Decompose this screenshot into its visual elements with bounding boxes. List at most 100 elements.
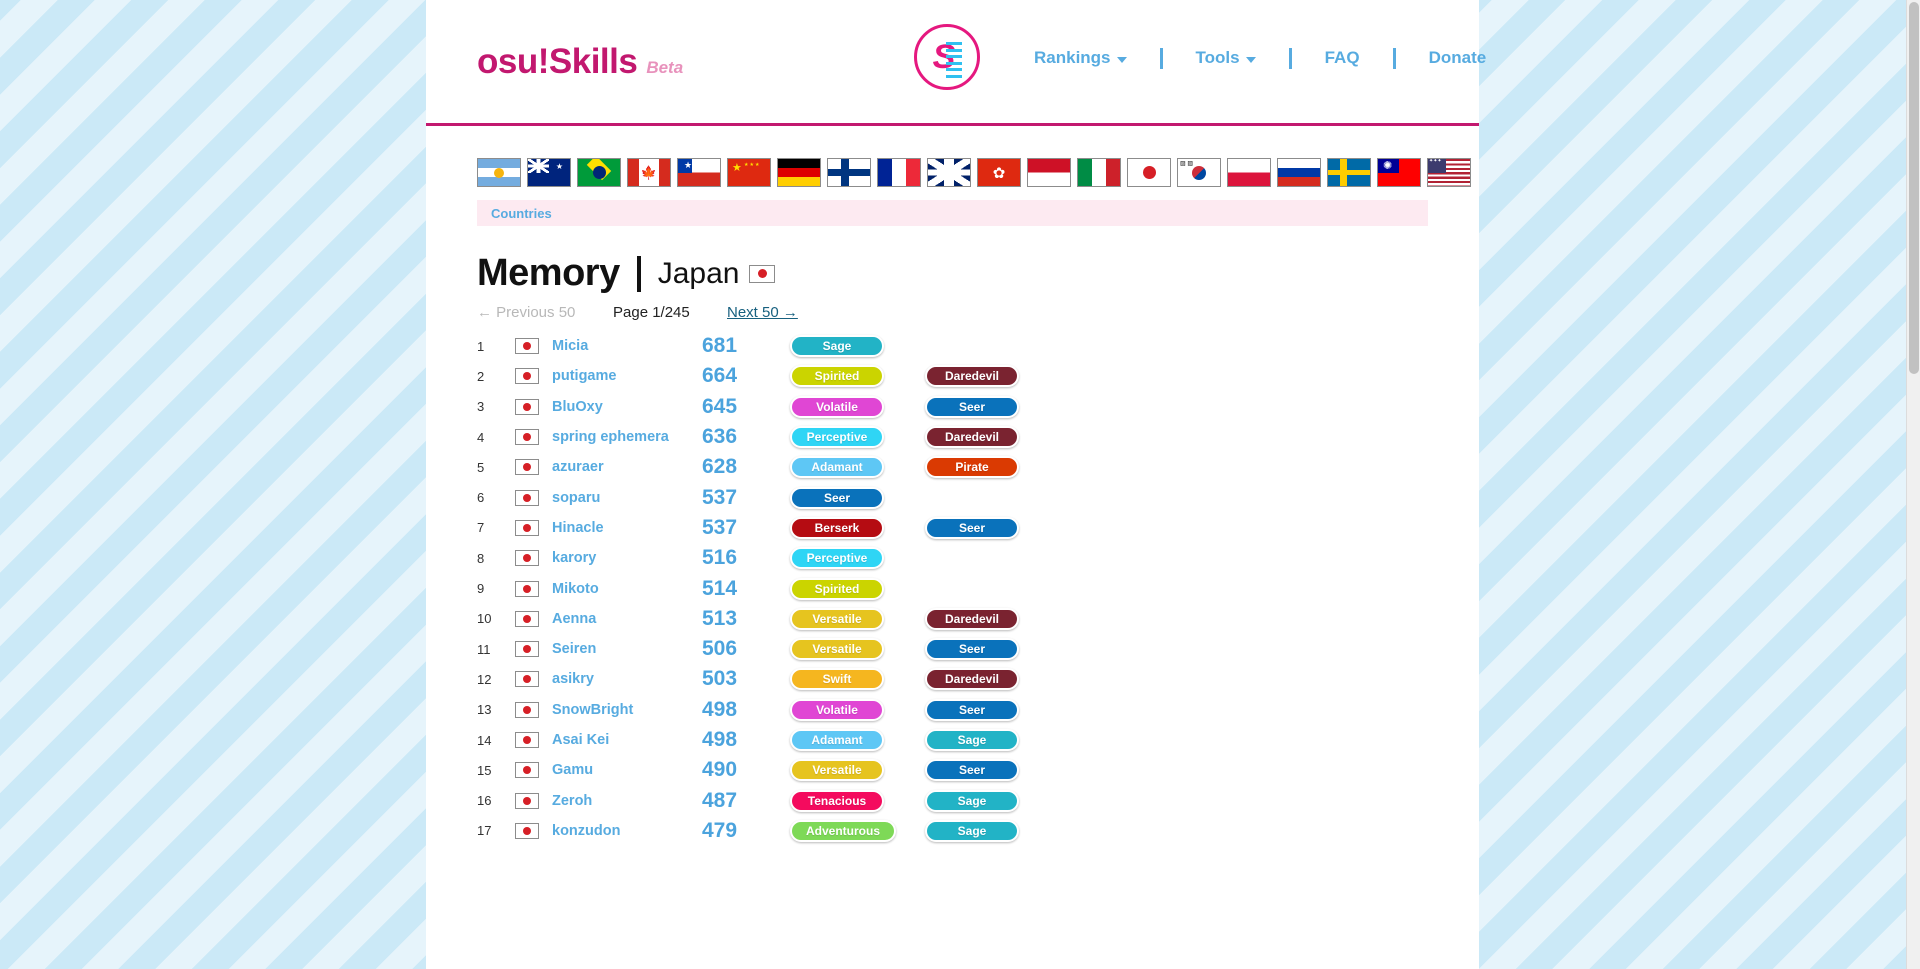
skill-badge[interactable]: Seer	[925, 516, 1019, 539]
skill-badge[interactable]: Volatile	[790, 395, 884, 418]
page-scrollbar[interactable]	[1906, 0, 1920, 969]
flag-icon-fr[interactable]	[877, 158, 921, 187]
player-name-link[interactable]: Aenna	[552, 611, 702, 627]
skill-badge[interactable]: Seer	[925, 759, 1019, 782]
table-row: 12 asikry 503 Swift Daredevil	[477, 664, 1428, 694]
player-name-link[interactable]: Micia	[552, 338, 702, 354]
player-name-link[interactable]: Mikoto	[552, 581, 702, 597]
flag-icon-cl[interactable]	[677, 158, 721, 187]
skill-badge[interactable]: Daredevil	[925, 365, 1019, 388]
skill-badge[interactable]: Adamant	[790, 456, 884, 479]
skill-badge[interactable]: Daredevil	[925, 607, 1019, 630]
flag-icon-de[interactable]	[777, 158, 821, 187]
logo-beta-tag: Beta	[646, 58, 684, 77]
flag-icon-tw[interactable]	[1377, 158, 1421, 187]
scrollbar-thumb[interactable]	[1909, 2, 1919, 374]
player-name-link[interactable]: Hinacle	[552, 520, 702, 536]
skill-badge[interactable]: Seer	[925, 638, 1019, 661]
flag-icon-ar[interactable]	[477, 158, 521, 187]
player-name-link[interactable]: putigame	[552, 368, 702, 384]
player-country-flag-cell	[515, 519, 552, 536]
player-name-link[interactable]: Asai Kei	[552, 732, 702, 748]
flag-icon-kr[interactable]	[1177, 158, 1221, 187]
flag-icon-pl[interactable]	[1227, 158, 1271, 187]
skill-badge[interactable]: Sage	[925, 729, 1019, 751]
player-name-link[interactable]: soparu	[552, 490, 702, 506]
player-name-link[interactable]: Seiren	[552, 641, 702, 657]
flag-icon-hk[interactable]	[977, 158, 1021, 187]
skill-badge[interactable]: Adamant	[790, 729, 884, 751]
skill-badge[interactable]: Adventurous	[790, 819, 897, 842]
flag-icon-jp	[515, 701, 539, 718]
chevron-down-icon	[1116, 57, 1127, 63]
player-name-link[interactable]: BluOxy	[552, 399, 702, 415]
skill-badge[interactable]: Sage	[925, 819, 1019, 842]
skill-badge[interactable]: Sage	[790, 335, 884, 358]
skill-badge[interactable]: Perceptive	[790, 547, 884, 570]
flag-icon-jp[interactable]	[1127, 158, 1171, 187]
skill-badge[interactable]: Spirited	[790, 577, 884, 600]
skill-badge[interactable]: Volatile	[790, 698, 884, 721]
flag-icon-it[interactable]	[1077, 158, 1121, 187]
nav-item-faq[interactable]: FAQ	[1307, 44, 1378, 72]
player-badges: Swift Daredevil	[790, 668, 1060, 691]
player-name-link[interactable]: spring ephemera	[552, 429, 702, 445]
flag-icon-jp	[515, 580, 539, 597]
player-name-link[interactable]: konzudon	[552, 823, 702, 839]
player-name-link[interactable]: SnowBright	[552, 702, 702, 718]
skill-badge[interactable]: Sage	[925, 789, 1019, 812]
skill-badge[interactable]: Perceptive	[790, 426, 884, 449]
table-row: 4 spring ephemera 636 Perceptive Daredevil	[477, 422, 1428, 452]
next-page-link[interactable]: Next 50 →	[727, 304, 798, 321]
skill-badge[interactable]: Tenacious	[790, 789, 884, 812]
nav-item-donate[interactable]: Donate	[1411, 44, 1505, 72]
flag-icon-ca[interactable]	[627, 158, 671, 187]
skill-badge[interactable]: Seer	[925, 395, 1019, 418]
skill-badge[interactable]: Seer	[925, 698, 1019, 721]
skill-badge[interactable]: Versatile	[790, 759, 884, 782]
flag-icon-jp	[515, 368, 539, 385]
nav-item-rankings[interactable]: Rankings	[1016, 44, 1145, 72]
flag-icon-id[interactable]	[1027, 158, 1071, 187]
skill-badge[interactable]: Berserk	[790, 516, 884, 539]
skill-badge[interactable]: Seer	[790, 486, 884, 509]
table-row: 2 putigame 664 Spirited Daredevil	[477, 361, 1428, 391]
countries-label[interactable]: Countries	[491, 206, 552, 221]
nav-label-donate: Donate	[1428, 48, 1487, 67]
player-badges: Versatile Seer	[790, 759, 1060, 782]
player-country-flag-cell	[515, 580, 552, 597]
countries-bar: Countries	[477, 200, 1428, 226]
site-header: osu!Skills Beta S Rankings Tools FAQ Don…	[426, 0, 1486, 126]
site-emblem-icon[interactable]: S	[914, 24, 980, 90]
flag-icon-au[interactable]	[527, 158, 571, 187]
player-name-link[interactable]: Zeroh	[552, 793, 702, 809]
skill-badge[interactable]: Daredevil	[925, 426, 1019, 449]
flag-icon-fi[interactable]	[827, 158, 871, 187]
skill-badge[interactable]: Daredevil	[925, 668, 1019, 691]
player-name-link[interactable]: asikry	[552, 671, 702, 687]
badge-slot: Adventurous	[790, 819, 925, 842]
site-logo[interactable]: osu!Skills Beta	[477, 42, 683, 82]
flag-icon-cn[interactable]	[727, 158, 771, 187]
flag-icon-gb[interactable]	[927, 158, 971, 187]
previous-page-link[interactable]: ← Previous 50	[477, 304, 613, 321]
player-score: 681	[702, 334, 738, 358]
skill-badge[interactable]: Swift	[790, 668, 884, 691]
rank-position: 4	[477, 429, 485, 445]
player-name-link[interactable]: karory	[552, 550, 702, 566]
player-name-link[interactable]: Gamu	[552, 762, 702, 778]
player-score: 664	[702, 364, 738, 388]
flag-icon-se[interactable]	[1327, 158, 1371, 187]
nav-item-tools[interactable]: Tools	[1178, 44, 1274, 72]
nav-divider	[1288, 47, 1292, 69]
skill-badge[interactable]: Versatile	[790, 638, 884, 661]
flag-icon-ru[interactable]	[1277, 158, 1321, 187]
flag-icon-br[interactable]	[577, 158, 621, 187]
skill-badge[interactable]: Pirate	[925, 456, 1019, 479]
flag-icon-us[interactable]	[1427, 158, 1471, 187]
player-name-link[interactable]: azuraer	[552, 459, 702, 475]
badge-slot: Daredevil	[925, 607, 1060, 630]
rank-position: 9	[477, 581, 485, 597]
skill-badge[interactable]: Spirited	[790, 365, 884, 388]
skill-badge[interactable]: Versatile	[790, 607, 884, 630]
